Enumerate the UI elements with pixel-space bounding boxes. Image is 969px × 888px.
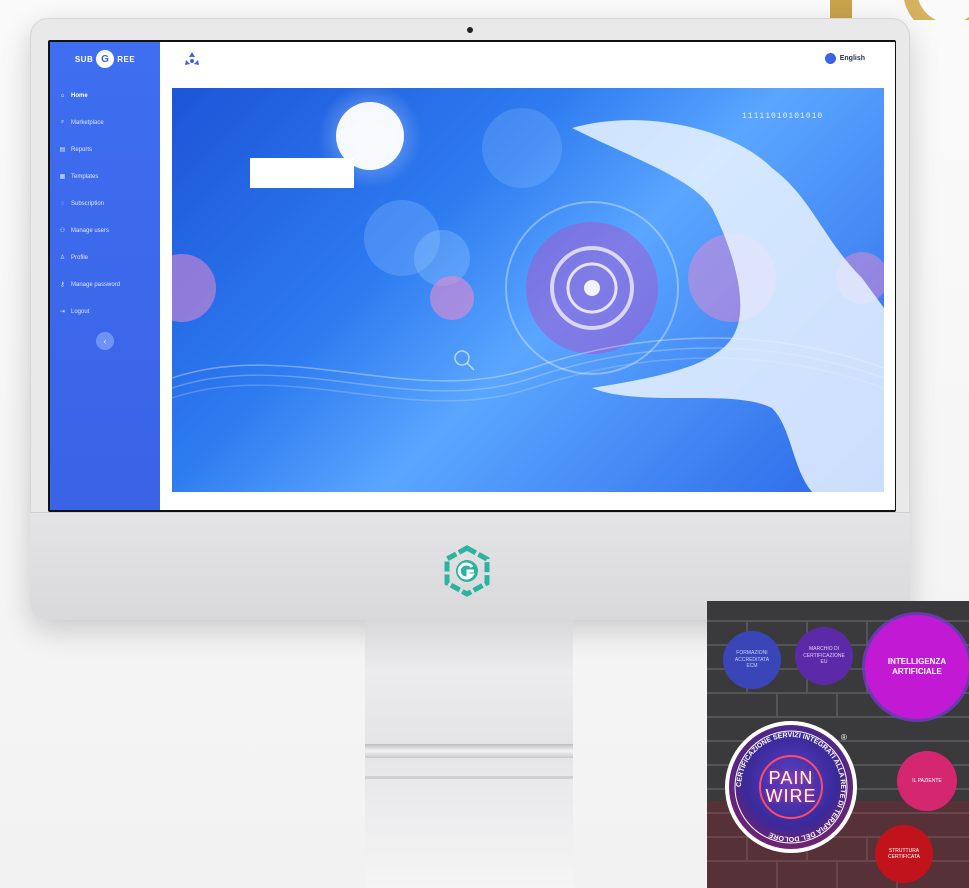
language-selector[interactable]: English <box>824 53 865 64</box>
sidebar-item-label: Manage users <box>71 227 110 234</box>
sidebar-item-label: Home <box>71 92 88 99</box>
app-logo-icon[interactable] <box>182 50 202 70</box>
painwire-seal: CERTIFICAZIONE SERVIZI INTEGRATI ALLA RE… <box>725 721 857 853</box>
language-label: English <box>839 55 865 62</box>
stand-seam <box>365 776 573 779</box>
sidebar-item-manage-password[interactable]: ⚷ Manage password <box>50 271 160 298</box>
painwire-overlay: FORMAZIONI ACCREDITATA ECM MARCHIO DI CE… <box>707 601 969 888</box>
users-icon: ⚇ <box>59 228 66 234</box>
sidebar-item-home[interactable]: ⌂ Home <box>50 82 160 109</box>
painwire-logo: PAIN WIRE <box>759 755 823 819</box>
sidebar-item-label: Marketplace <box>71 119 104 126</box>
intelligenza-circle: INTELLIGENZA ARTIFICIALE <box>865 615 969 719</box>
stand-hinge <box>365 744 573 758</box>
sidebar-item-subscription[interactable]: ◌ Subscription <box>50 190 160 217</box>
top-bar: English <box>160 42 895 78</box>
brand-hexagon-icon <box>444 545 490 597</box>
formazioni-circle: FORMAZIONI ACCREDITATA ECM <box>723 631 781 689</box>
brand-prefix: SUB <box>74 54 94 64</box>
app-screen: SUB G REE ⌂ Home ⌕ Marketplace ▤ Reports <box>50 42 895 510</box>
stand-neck <box>365 620 573 746</box>
sidebar-item-label: Profile <box>71 254 89 261</box>
camera-dot <box>467 27 473 33</box>
sidebar-item-label: Subscription <box>71 200 105 207</box>
brand-logo[interactable]: SUB G REE <box>68 48 142 70</box>
sidebar-item-logout[interactable]: ⇥ Logout <box>50 298 160 325</box>
logout-icon: ⇥ <box>59 309 66 315</box>
product-mockup: SUB G REE ⌂ Home ⌕ Marketplace ▤ Reports <box>0 0 969 888</box>
sidebar-item-label: Manage password <box>71 281 121 288</box>
brand-suffix: REE <box>117 54 136 64</box>
sidebar-item-profile[interactable]: ♙ Profile <box>50 244 160 271</box>
struttura-circle: STRUTTURA CERTIFICATA <box>875 825 933 883</box>
sidebar-item-label: Templates <box>71 173 99 180</box>
subscription-icon: ◌ <box>60 200 65 207</box>
hero-illustration <box>172 88 884 492</box>
key-icon: ⚷ <box>60 282 65 288</box>
home-icon: ⌂ <box>60 92 65 99</box>
sidebar-collapse-button[interactable]: ‹ <box>96 332 114 350</box>
gold-decoration <box>830 0 969 20</box>
sidebar-item-templates[interactable]: ▦ Templates <box>50 163 160 190</box>
profile-icon: ♙ <box>59 255 66 261</box>
painwire-line-1: PAIN <box>768 768 814 788</box>
sidebar-item-label: Reports <box>71 146 93 153</box>
hero-banner: 11111010101010 <box>172 88 884 492</box>
sidebar-item-marketplace[interactable]: ⌕ Marketplace <box>50 109 160 136</box>
sidebar-item-reports[interactable]: ▤ Reports <box>50 136 160 163</box>
binary-text: 11111010101010 <box>742 112 824 121</box>
sidebar-item-manage-users[interactable]: ⚇ Manage users <box>50 217 160 244</box>
painwire-line-2: WIRE <box>765 786 817 806</box>
brand-badge-icon: G <box>96 50 115 68</box>
globe-icon <box>824 53 836 64</box>
sidebar-nav: ⌂ Home ⌕ Marketplace ▤ Reports ▦ Templat… <box>50 82 160 325</box>
marketplace-icon: ⌕ <box>60 119 65 125</box>
templates-icon: ▦ <box>59 174 66 180</box>
hero-text-card <box>250 158 354 188</box>
sidebar: SUB G REE ⌂ Home ⌕ Marketplace ▤ Reports <box>50 42 160 510</box>
sidebar-item-label: Logout <box>71 308 90 315</box>
marchio-circle: MARCHIO DI CERTIFICAZIONE EU <box>795 627 853 685</box>
registered-mark: ® <box>841 733 847 742</box>
reports-icon: ▤ <box>59 147 66 153</box>
paziente-circle: IL PAZIENTE <box>897 751 957 811</box>
